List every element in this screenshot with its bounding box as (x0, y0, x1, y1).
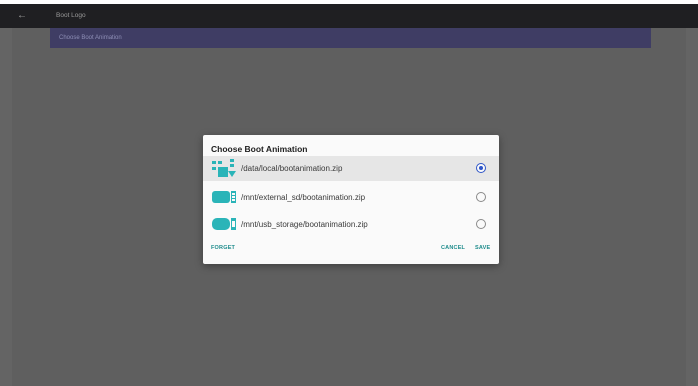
page-title: Boot Logo (56, 12, 86, 19)
top-app-bar: ← Boot Logo (0, 4, 698, 28)
option-usb-storage[interactable]: /mnt/usb_storage/bootanimation.zip (203, 212, 499, 237)
option-data-local[interactable]: /data/local/bootanimation.zip (203, 156, 499, 181)
option-external-sd[interactable]: /mnt/external_sd/bootanimation.zip (203, 185, 499, 210)
radio-selected[interactable] (476, 163, 486, 173)
cancel-button[interactable]: CANCEL (441, 245, 465, 251)
save-button[interactable]: SAVE (475, 245, 490, 251)
dialog-title: Choose Boot Animation (211, 144, 308, 154)
radio-unselected[interactable] (476, 219, 486, 229)
usb-storage-icon (212, 218, 236, 230)
option-label: /mnt/usb_storage/bootanimation.zip (241, 220, 368, 229)
back-arrow-icon[interactable]: ← (14, 8, 30, 24)
sd-card-icon (212, 191, 236, 203)
radio-unselected[interactable] (476, 192, 486, 202)
settings-item-choose-boot-animation[interactable]: Choose Boot Animation (50, 28, 651, 48)
option-label: /mnt/external_sd/bootanimation.zip (241, 193, 366, 202)
option-label: /data/local/bootanimation.zip (241, 164, 343, 173)
choose-boot-animation-dialog: Choose Boot Animation /data/local/bootan… (203, 135, 499, 264)
forget-button[interactable]: FORGET (211, 245, 235, 251)
screen: ← Boot Logo Choose Boot Animation Choose… (0, 4, 698, 386)
internal-storage-icon (212, 159, 236, 177)
